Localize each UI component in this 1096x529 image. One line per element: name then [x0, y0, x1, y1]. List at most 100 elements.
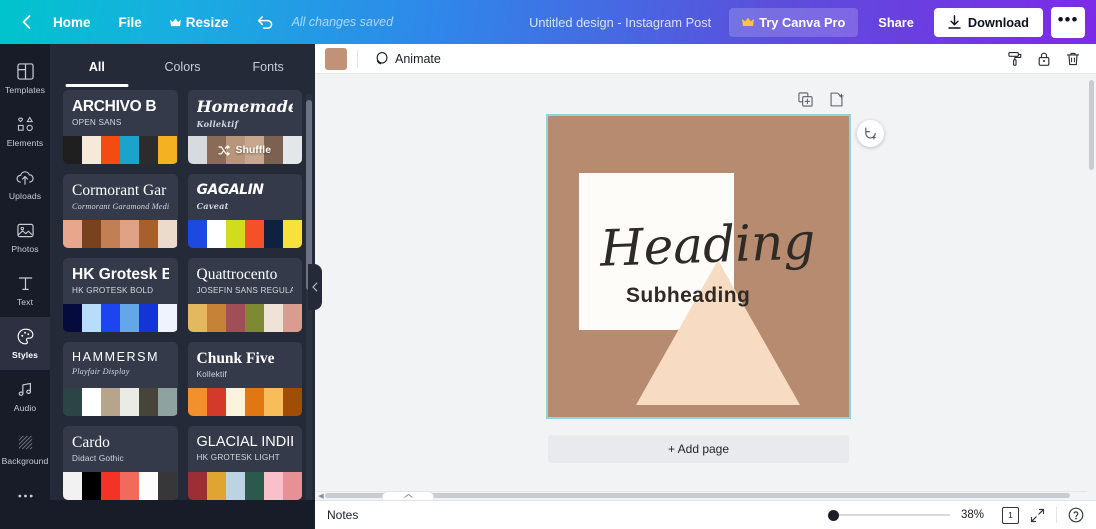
- palette-swatch: [101, 304, 121, 332]
- style-card-palette: [63, 472, 178, 500]
- add-page-icon[interactable]: [829, 92, 844, 107]
- back-chevron-icon[interactable]: [14, 15, 39, 29]
- style-card[interactable]: Quattrocento JOSEFIN SANS REGULAR: [187, 258, 303, 332]
- expand-arrows-icon[interactable]: [1030, 508, 1045, 523]
- palette-swatch: [187, 388, 207, 416]
- crown-icon: [169, 18, 181, 27]
- palette-swatch: [206, 220, 226, 248]
- bottom-bar-divider: [1056, 507, 1057, 523]
- sidebar-item-text[interactable]: Text: [0, 264, 50, 317]
- sidebar-item-styles[interactable]: Styles: [0, 317, 50, 370]
- style-card-font-name: Homemade: [196, 99, 294, 116]
- shuffle-button[interactable]: Shuffle: [188, 136, 303, 164]
- palette-swatch: [158, 472, 178, 500]
- left-bottom-filler: [0, 500, 315, 529]
- palette-swatch: [82, 304, 102, 332]
- palette-swatch: [63, 472, 83, 500]
- style-card-palette: [187, 304, 303, 332]
- design-heading-text[interactable]: Heading: [599, 212, 816, 277]
- canvas-vertical-scrollbar[interactable]: [1089, 80, 1094, 170]
- sidebar-item-background[interactable]: Background: [0, 423, 50, 476]
- sidebar-item-uploads[interactable]: Uploads: [0, 158, 50, 211]
- style-card[interactable]: Homemade Kollektif Shuffle: [187, 90, 303, 164]
- elements-shapes-icon: [17, 115, 34, 134]
- sidebar-item-elements[interactable]: Elements: [0, 105, 50, 158]
- resize-label: Resize: [185, 14, 229, 30]
- home-menu-button[interactable]: Home: [39, 9, 105, 36]
- style-card-palette: [63, 304, 178, 332]
- style-card[interactable]: ARCHIVO B OPEN SANS: [63, 90, 178, 164]
- resize-button[interactable]: Resize: [156, 9, 243, 36]
- share-button[interactable]: Share: [866, 8, 926, 37]
- zoom-slider[interactable]: [828, 508, 950, 522]
- palette-swatch: [101, 388, 121, 416]
- design-subheading-text[interactable]: Subheading: [626, 284, 750, 308]
- palette-swatch: [187, 304, 207, 332]
- style-card[interactable]: Chunk Five Kollektif: [187, 342, 302, 416]
- palette-swatch: [282, 388, 302, 416]
- page-count-button[interactable]: 1: [1002, 506, 1019, 524]
- style-card[interactable]: Cormorant Gar Cormorant Garamond Medium: [63, 174, 178, 248]
- file-menu-button[interactable]: File: [105, 9, 156, 36]
- lock-icon[interactable]: [1030, 47, 1057, 71]
- palette-swatch: [206, 472, 226, 500]
- design-page-canvas[interactable]: Heading Subheading: [546, 114, 851, 419]
- trash-icon[interactable]: [1059, 47, 1086, 71]
- upload-cloud-icon: [16, 168, 34, 187]
- help-circle-icon[interactable]: [1068, 507, 1084, 523]
- add-page-button[interactable]: + Add page: [548, 435, 849, 463]
- shuffle-icon: [218, 144, 231, 156]
- home-label: Home: [53, 14, 91, 30]
- download-label: Download: [967, 14, 1029, 30]
- canvas-area: Heading Subheading + Add page ◀ ▶: [315, 74, 1096, 500]
- paint-roller-icon[interactable]: [1001, 47, 1028, 71]
- animate-circle-icon: [374, 51, 389, 66]
- sidebar-item-photos[interactable]: Photos: [0, 211, 50, 264]
- style-card-text: Quattrocento JOSEFIN SANS REGULAR: [188, 258, 303, 304]
- rotate-handle[interactable]: [857, 120, 884, 147]
- collapse-panel-button[interactable]: [308, 264, 322, 310]
- style-card-palette: [63, 136, 178, 164]
- style-card[interactable]: HAMMERSM Playfair Display: [63, 342, 178, 416]
- more-options-button[interactable]: •••: [1051, 6, 1085, 38]
- style-card[interactable]: Cardo Didact Gothic: [63, 426, 178, 500]
- duplicate-page-icon[interactable]: [798, 92, 813, 107]
- style-card-font-sub: Kollektif: [196, 370, 227, 380]
- download-button[interactable]: Download: [933, 7, 1043, 37]
- sidebar-label: Photos: [11, 244, 39, 254]
- palette-swatch: [225, 388, 245, 416]
- top-bar: Home File Resize All changes saved Untit…: [0, 0, 1096, 44]
- palette-swatch: [101, 220, 121, 248]
- style-card-font-sub: Kollektif: [196, 118, 239, 129]
- sidebar-item-audio[interactable]: Audio: [0, 370, 50, 423]
- style-card-font-sub: JOSEFIN SANS REGULAR: [196, 286, 294, 296]
- style-card[interactable]: GAGALIN Caveat: [187, 174, 302, 248]
- palette-swatch: [139, 220, 159, 248]
- style-card-font-name: HAMMERSM: [72, 351, 160, 364]
- palette-swatch: [139, 304, 159, 332]
- tab-all[interactable]: All: [54, 48, 140, 87]
- sidebar-label: Audio: [13, 403, 37, 413]
- music-note-icon: [17, 380, 34, 399]
- notes-button[interactable]: Notes: [327, 508, 358, 522]
- document-title[interactable]: Untitled design - Instagram Post: [519, 9, 721, 36]
- zoom-slider-track: [828, 514, 950, 516]
- page-color-swatch[interactable]: [325, 47, 347, 70]
- style-card[interactable]: HK Grotesk B HK GROTESK BOLD: [63, 258, 178, 332]
- palette-swatch: [206, 304, 226, 332]
- notes-drawer-handle[interactable]: [382, 491, 434, 500]
- style-card-palette: [187, 472, 303, 500]
- animate-button[interactable]: Animate: [368, 47, 447, 70]
- tab-fonts[interactable]: Fonts: [225, 48, 311, 87]
- styles-panel-scrollbar[interactable]: [306, 100, 312, 290]
- canvas-horizontal-scrollbar[interactable]: [325, 493, 1070, 498]
- add-page-label: + Add page: [667, 442, 730, 456]
- style-card[interactable]: GLACIAL INDIFI HK GROTESK LIGHT: [187, 426, 303, 500]
- try-canva-pro-button[interactable]: Try Canva Pro: [729, 7, 859, 37]
- editor-toolbar: Animate: [315, 44, 1096, 74]
- zoom-slider-knob[interactable]: [828, 509, 839, 521]
- sidebar-item-templates[interactable]: Templates: [0, 52, 50, 105]
- undo-button[interactable]: [243, 11, 288, 33]
- design-triangle-shape[interactable]: [636, 260, 800, 405]
- tab-colors[interactable]: Colors: [140, 48, 226, 87]
